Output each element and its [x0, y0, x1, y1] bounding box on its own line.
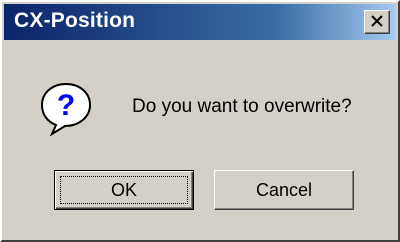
window-title: CX-Position — [14, 9, 136, 32]
cancel-button-label: Cancel — [255, 179, 313, 200]
dialog-window: CX-Position ? Do you want to overwrite? … — [0, 0, 400, 242]
close-button[interactable] — [364, 10, 390, 34]
title-bar[interactable]: CX-Position — [4, 4, 396, 40]
ok-button-label: OK — [110, 179, 137, 200]
cancel-button[interactable]: Cancel — [214, 170, 354, 210]
dialog-message: Do you want to overwrite? — [132, 96, 352, 117]
svg-text:?: ? — [57, 89, 75, 122]
question-icon: ? — [38, 80, 94, 137]
ok-button[interactable]: OK — [54, 170, 194, 210]
close-icon — [371, 15, 383, 27]
